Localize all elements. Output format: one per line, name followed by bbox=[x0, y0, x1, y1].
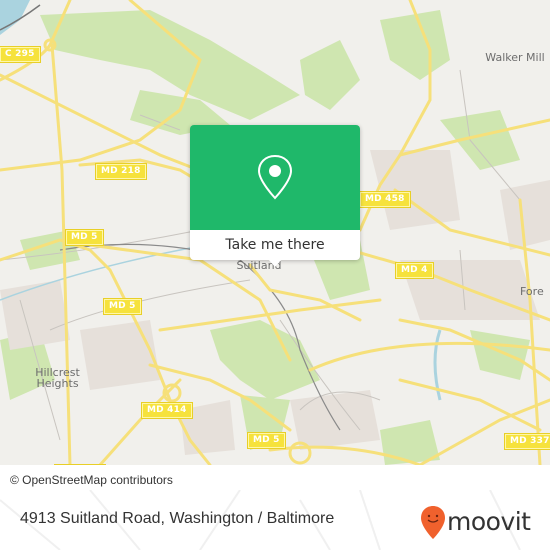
map-view[interactable]: C 295 MD 218 MD 458 MD 5 MD 5 MD 4 MD 41… bbox=[0, 0, 550, 465]
major-road bbox=[98, 378, 182, 465]
place-label-hillcrest-heights: Hillcrest Heights bbox=[35, 366, 80, 390]
place-label-forestville: Fore bbox=[520, 285, 544, 298]
route-shield: C 295 bbox=[0, 46, 41, 63]
moovit-pin-icon bbox=[421, 506, 445, 539]
location-popup: Take me there bbox=[190, 125, 360, 267]
place-label-walker-mill: Walker Mill bbox=[485, 51, 545, 64]
route-shield: MD 218 bbox=[95, 163, 147, 180]
moovit-logo[interactable]: moovit bbox=[420, 505, 540, 541]
route-shield: MD 5 bbox=[65, 229, 104, 246]
route-shield: MD 458 bbox=[359, 191, 411, 208]
route-shield: MD 414 bbox=[141, 402, 193, 419]
location-pin-icon bbox=[257, 154, 293, 200]
residential-area bbox=[370, 150, 460, 230]
river bbox=[0, 0, 30, 35]
residential-area bbox=[290, 390, 380, 450]
major-road bbox=[418, 398, 550, 465]
route-shield: MD 5 bbox=[247, 432, 286, 449]
popup-pointer bbox=[268, 259, 282, 267]
residential-area bbox=[0, 280, 70, 350]
park-area bbox=[440, 110, 520, 170]
park-area bbox=[380, 10, 450, 80]
moovit-wordmark: moovit bbox=[447, 507, 531, 536]
address-text: 4913 Suitland Road, Washington / Baltimo… bbox=[20, 510, 335, 527]
route-shield: MD 5 bbox=[103, 298, 142, 315]
route-shield: MD 337 bbox=[504, 433, 550, 450]
park-area bbox=[300, 40, 360, 110]
park-area bbox=[470, 330, 530, 380]
popup-header bbox=[190, 125, 360, 230]
route-shield: MD 4 bbox=[395, 262, 434, 279]
take-me-there-button[interactable]: Take me there bbox=[190, 230, 360, 260]
map-attribution[interactable]: © OpenStreetMap contributors bbox=[0, 469, 215, 491]
